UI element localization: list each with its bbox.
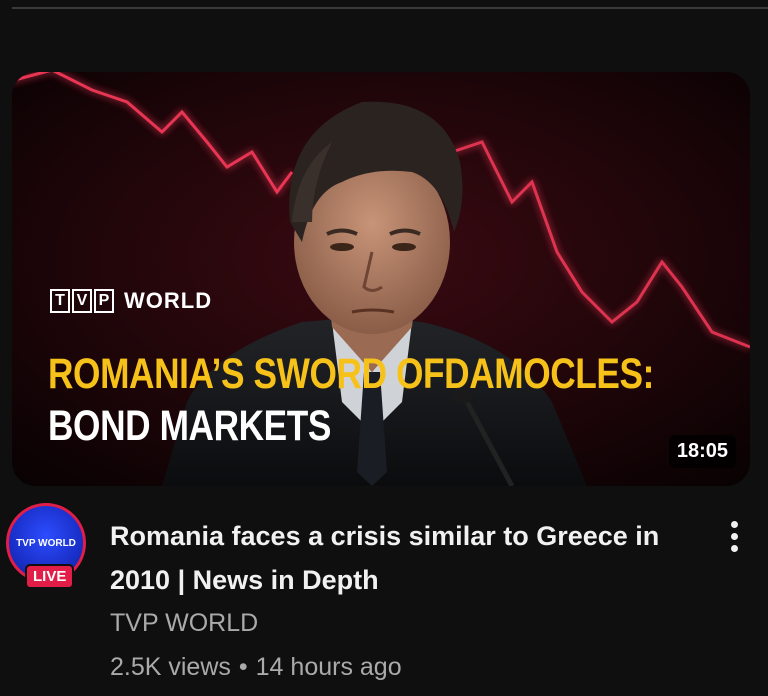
- thumbnail-headline-line1: ROMANIA’S SWORD OFDAMOCLES:: [48, 350, 654, 398]
- avatar-logo-text: TVP WORLD: [16, 538, 76, 549]
- video-card: T V P WORLD ROMANIA’S SWORD OFDAMOCLES: …: [0, 0, 768, 696]
- tvp-letter-p: P: [94, 289, 114, 313]
- channel-name[interactable]: TVP WORLD: [110, 609, 258, 638]
- world-wordmark: WORLD: [124, 288, 213, 313]
- tvp-world-logo: T V P WORLD: [50, 288, 212, 314]
- tvp-letters: T V P: [50, 289, 114, 313]
- tvp-letter-v: V: [72, 289, 92, 313]
- meta-separator: •: [238, 653, 248, 681]
- vertical-ellipsis-icon: [730, 520, 738, 528]
- duration-badge: 18:05: [668, 435, 736, 468]
- video-title[interactable]: Romania faces a crisis similar to Greece…: [110, 514, 700, 602]
- thumbnail-headline-line2: BOND MARKETS: [48, 402, 332, 450]
- upload-age: 14 hours ago: [255, 653, 402, 681]
- video-thumbnail[interactable]: T V P WORLD ROMANIA’S SWORD OFDAMOCLES: …: [12, 72, 750, 486]
- channel-avatar-link[interactable]: TVP WORLD LIVE: [6, 503, 94, 591]
- tvp-letter-t: T: [50, 289, 70, 313]
- live-badge: LIVE: [25, 564, 75, 589]
- video-metadata: 2.5K views • 14 hours ago: [110, 653, 402, 682]
- more-actions-button[interactable]: [717, 514, 751, 558]
- view-count: 2.5K views: [110, 653, 231, 681]
